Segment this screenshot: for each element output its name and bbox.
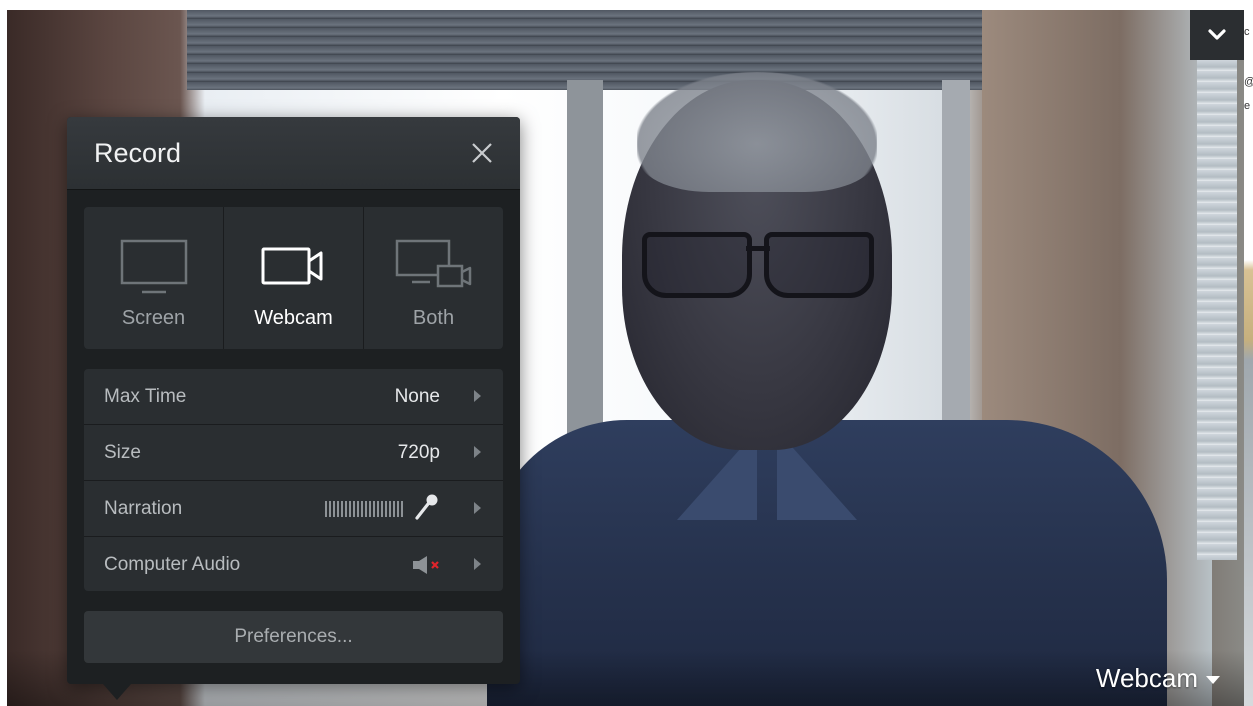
chevron-down-icon <box>1208 29 1226 40</box>
chevron-right-icon <box>474 502 481 514</box>
mode-webcam-button[interactable]: Webcam <box>224 207 364 349</box>
edge-text: e <box>1244 100 1251 112</box>
setting-label: Computer Audio <box>104 554 241 575</box>
mode-both-button[interactable]: Both <box>364 207 503 349</box>
source-dropdown[interactable]: Webcam <box>1096 663 1220 694</box>
microphone-icon <box>415 494 438 520</box>
size-row[interactable]: Size 720p <box>84 425 503 481</box>
panel-header: Record <box>67 117 520 190</box>
chevron-right-icon <box>474 390 481 402</box>
mode-label: Both <box>412 307 455 329</box>
computer-audio-row[interactable]: Computer Audio <box>84 537 503 591</box>
narration-row[interactable]: Narration <box>84 481 503 537</box>
panel-title: Record <box>94 138 182 168</box>
window-blind <box>187 10 987 90</box>
person-hair <box>637 72 877 192</box>
edge-text: c <box>1244 26 1250 38</box>
mode-screen-button[interactable]: Screen <box>84 207 224 349</box>
monitor-icon <box>120 239 187 294</box>
monitor-camera-icon <box>395 239 471 288</box>
source-label: Webcam <box>1095 663 1198 693</box>
close-icon[interactable] <box>468 139 496 167</box>
person-glasses <box>642 232 874 298</box>
edge-text: @ <box>1244 76 1253 88</box>
record-mode-selector: Screen Webcam Both <box>84 207 503 349</box>
chevron-right-icon <box>474 558 481 570</box>
side-blind <box>1197 60 1237 560</box>
caret-down-icon <box>1206 676 1220 684</box>
speaker-muted-icon <box>413 556 439 574</box>
setting-label: Max Time <box>104 386 187 407</box>
settings-list: Max Time None Size 720p Narration Comput… <box>84 369 503 591</box>
preferences-button[interactable]: Preferences... <box>84 611 503 663</box>
setting-value: None <box>394 386 440 407</box>
setting-label: Narration <box>104 498 183 519</box>
video-camera-icon <box>261 247 322 285</box>
audio-level-meter <box>325 501 403 517</box>
chevron-right-icon <box>474 446 481 458</box>
setting-value: 720p <box>397 442 440 463</box>
background-window-edge: c @ e <box>1244 0 1253 706</box>
mode-label: Webcam <box>254 307 333 329</box>
mode-label: Screen <box>121 307 186 329</box>
record-panel: Record Screen Webcam Both Max Time None … <box>67 117 520 700</box>
setting-label: Size <box>104 442 141 463</box>
collapse-button[interactable] <box>1190 10 1244 60</box>
max-time-row[interactable]: Max Time None <box>84 369 503 425</box>
